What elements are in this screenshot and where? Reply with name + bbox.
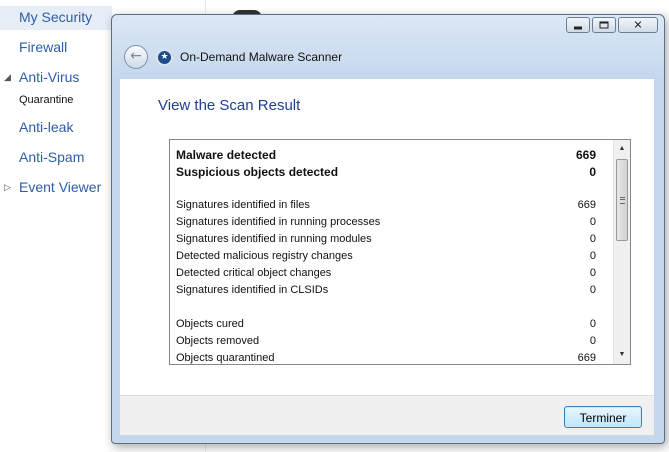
close-icon: ✕ (633, 18, 643, 32)
minimize-icon (574, 26, 582, 30)
back-button[interactable]: ← (124, 45, 148, 69)
vertical-scrollbar[interactable]: ▲ ▼ (613, 140, 630, 364)
result-label: Malware detected (176, 148, 277, 162)
sidebar-subitem-quarantine[interactable]: Quarantine (19, 94, 73, 106)
sidebar-item-anti-leak[interactable]: Anti-leak (19, 119, 73, 135)
result-value: 0 (589, 250, 596, 262)
scanner-dialog: ✕ ← ★ On-Demand Malware Scanner View the… (111, 14, 665, 444)
page-heading: View the Scan Result (158, 97, 301, 114)
shield-logo-icon: ★ (156, 49, 173, 66)
result-value: 0 (589, 233, 596, 245)
scroll-down-icon[interactable]: ▼ (614, 347, 630, 363)
scrollbar-thumb[interactable] (616, 159, 628, 241)
result-row: Objects removed 0 (176, 335, 596, 351)
result-value: 0 (589, 284, 596, 296)
grip-icon (620, 197, 625, 204)
result-label: Detected malicious registry changes (176, 250, 353, 262)
result-row: Signatures identified in running process… (176, 216, 596, 232)
result-label: Objects removed (176, 335, 260, 347)
result-label: Detected critical object changes (176, 267, 332, 279)
result-label: Signatures identified in CLSIDs (176, 284, 329, 296)
result-label: Signatures identified in running process… (176, 216, 381, 228)
window-controls: ✕ (564, 17, 658, 35)
result-row: Signatures identified in CLSIDs 0 (176, 284, 596, 300)
result-value: 0 (589, 335, 596, 347)
result-label: Signatures identified in running modules (176, 233, 372, 245)
content-area: View the Scan Result Malware detected 66… (120, 79, 654, 395)
result-value: 0 (589, 267, 596, 279)
close-button[interactable]: ✕ (618, 17, 658, 33)
finish-button[interactable]: Terminer (564, 406, 642, 428)
sidebar-item-event-viewer[interactable]: Event Viewer (19, 179, 101, 195)
sidebar-item-firewall[interactable]: Firewall (19, 39, 67, 55)
collapse-arrow-icon[interactable]: ◢ (4, 73, 11, 83)
result-value: 0 (589, 318, 596, 330)
result-label: Suspicious objects detected (176, 165, 339, 179)
result-label: Signatures identified in files (176, 199, 310, 211)
result-row-suspicious: Suspicious objects detected 0 (176, 165, 596, 181)
expand-arrow-icon[interactable]: ▷ (4, 183, 11, 193)
result-label: Objects quarantined (176, 352, 275, 364)
result-value: 669 (577, 199, 596, 211)
maximize-button[interactable] (592, 17, 616, 33)
result-row: Objects quarantined 669 (176, 352, 596, 368)
sidebar-item-anti-virus[interactable]: Anti-Virus (19, 69, 79, 85)
result-row: Detected malicious registry changes 0 (176, 250, 596, 266)
result-row: Objects cured 0 (176, 318, 596, 334)
result-value: 669 (575, 148, 596, 162)
result-label: Objects cured (176, 318, 244, 330)
minimize-button[interactable] (566, 17, 590, 33)
result-value: 0 (589, 216, 596, 228)
result-value: 669 (577, 352, 596, 364)
maximize-icon (599, 21, 609, 29)
sidebar-item-anti-spam[interactable]: Anti-Spam (19, 149, 84, 165)
dialog-footer: Terminer (120, 395, 654, 435)
back-arrow-icon: ← (130, 48, 142, 64)
sidebar-item-my-security[interactable]: My Security (19, 9, 92, 25)
result-row: Signatures identified in files 669 (176, 199, 596, 215)
scan-results-list[interactable]: Malware detected 669 Suspicious objects … (169, 139, 631, 365)
result-row-malware: Malware detected 669 (176, 148, 596, 164)
result-row: Detected critical object changes 0 (176, 267, 596, 283)
result-row: Signatures identified in running modules… (176, 233, 596, 249)
result-value: 0 (589, 165, 596, 179)
window-title: On-Demand Malware Scanner (180, 50, 343, 64)
scroll-up-icon[interactable]: ▲ (614, 141, 630, 157)
